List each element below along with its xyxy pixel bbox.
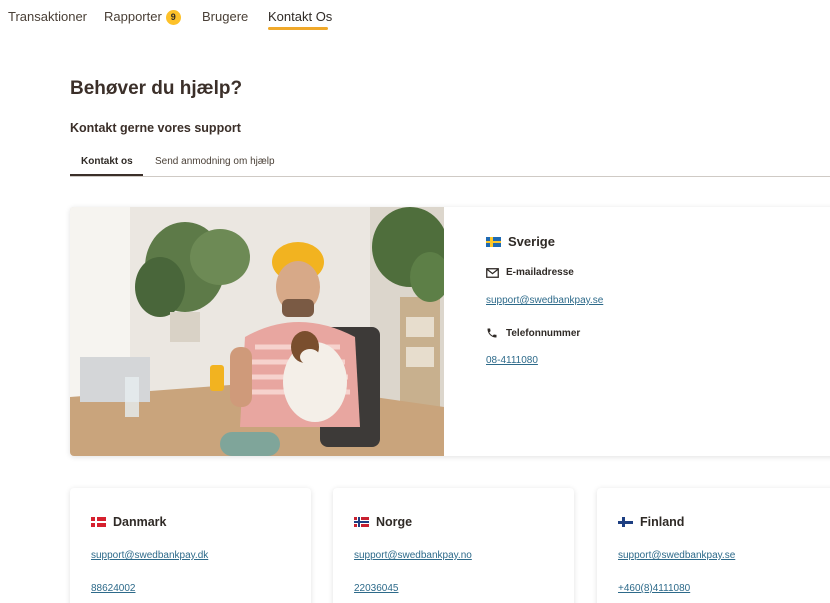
email-link[interactable]: support@swedbankpay.se: [486, 295, 603, 307]
email-row: E-mailadresse: [486, 267, 574, 278]
norway-flag-icon: [354, 517, 369, 527]
photo-illustration: [70, 207, 444, 456]
email-link[interactable]: support@swedbankpay.se: [618, 550, 735, 562]
country-name: Danmark: [113, 515, 167, 529]
country-header-finland: Finland: [618, 515, 684, 529]
country-header-sverige: Sverige: [486, 234, 555, 249]
country-name: Norge: [376, 515, 413, 529]
support-photo: [70, 207, 444, 456]
nav-item-brugere[interactable]: Brugere: [202, 9, 248, 25]
envelope-icon: [486, 267, 499, 278]
nav-item-label: Rapporter: [104, 9, 162, 24]
phone-link[interactable]: 08-4111080: [486, 355, 538, 367]
denmark-contact-card: Danmark support@swedbankpay.dk 88624002: [70, 488, 311, 603]
country-name: Finland: [640, 515, 685, 529]
finland-flag-icon: [618, 517, 633, 527]
tab-kontakt-os[interactable]: Kontakt os: [81, 156, 133, 168]
page-subtitle: Kontakt gerne vores support: [70, 121, 241, 135]
sweden-flag-icon: [486, 236, 501, 247]
country-name: Sverige: [508, 234, 555, 249]
finland-contact-card: Finland support@swedbankpay.se +460(8)41…: [597, 488, 830, 603]
nav-item-transaktioner[interactable]: Transaktioner: [8, 9, 87, 25]
nav-item-kontakt-os[interactable]: Kontakt Os: [268, 9, 332, 25]
phone-link[interactable]: 88624002: [91, 583, 136, 595]
phone-label: Telefonnummer: [506, 327, 581, 339]
country-header-norge: Norge: [354, 515, 412, 529]
tab-bar: Kontakt os Send anmodning om hjælp: [70, 148, 830, 177]
nav-item-rapporter[interactable]: Rapporter 9: [104, 9, 181, 25]
active-tab-indicator: [70, 174, 143, 176]
active-nav-indicator: [268, 27, 328, 30]
norway-contact-card: Norge support@swedbankpay.no 22036045: [333, 488, 574, 603]
top-navigation: Transaktioner Rapporter 9 Brugere Kontakt…: [0, 0, 830, 34]
phone-link[interactable]: 22036045: [354, 583, 399, 595]
email-link[interactable]: support@swedbankpay.dk: [91, 550, 208, 562]
phone-row: Telefonnummer: [486, 327, 580, 339]
page-title: Behøver du hjælp?: [70, 78, 243, 99]
phone-link[interactable]: +460(8)4111080: [618, 583, 690, 595]
count-badge: 9: [165, 10, 181, 25]
phone-icon: [487, 328, 497, 338]
tab-send-anmodning[interactable]: Send anmodning om hjælp: [155, 156, 275, 168]
email-link[interactable]: support@swedbankpay.no: [354, 550, 472, 562]
email-label: E-mailadresse: [506, 267, 574, 278]
denmark-flag-icon: [91, 517, 106, 527]
country-header-danmark: Danmark: [91, 515, 167, 529]
sweden-contact-card: Sverige E-mailadresse support@swedbankpa…: [70, 207, 830, 456]
